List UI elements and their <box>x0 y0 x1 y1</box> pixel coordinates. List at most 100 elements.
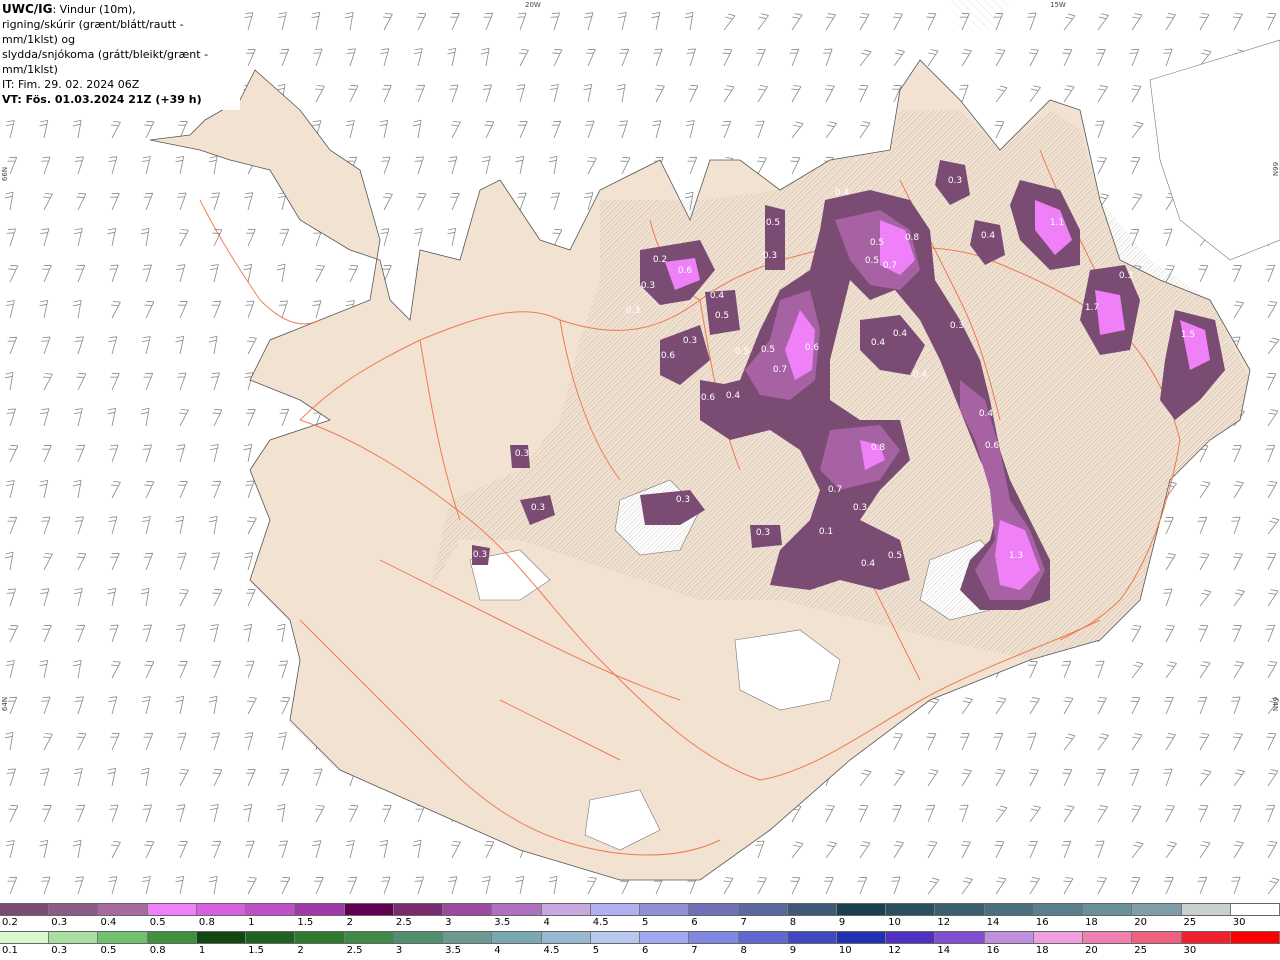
precip-value: 0.5 <box>870 238 884 248</box>
legend-swatch <box>1132 932 1182 943</box>
legend-swatch <box>886 904 936 915</box>
legend-swatch <box>344 904 394 915</box>
precip-value: 0.3 <box>683 336 697 346</box>
precip-value: 0.5 <box>766 218 780 228</box>
legend-swatch <box>0 932 50 943</box>
legend-swatch <box>49 932 99 943</box>
legend-label: 18 <box>1035 945 1049 956</box>
legend-snow-labels: 0.2 0.3 0.4 0.5 0.8 1 1.5 2 2.5 3 3.5 4 4.5 5 6 7 8 9 10 12… <box>0 917 1280 931</box>
legend-label: 4.5 <box>592 917 609 928</box>
legend-swatch <box>590 904 641 915</box>
precip-value: 0.3 <box>1119 271 1133 281</box>
info-line1: UWC/IG: Vindur (10m), <box>2 2 237 17</box>
legend-swatch <box>541 932 591 943</box>
legend-label: 2 <box>346 917 353 928</box>
legend-swatch <box>935 932 985 943</box>
legend-swatch <box>787 932 837 943</box>
precip-value: 0.3 <box>763 251 777 261</box>
product-desc: : Vindur (10m), <box>52 3 136 16</box>
legend-swatch <box>1033 932 1084 943</box>
info-line2: rigning/skúrir (grænt/blátt/rautt - mm/1… <box>2 18 184 46</box>
legend-label: 10 <box>838 945 852 956</box>
legend-label: 18 <box>1085 917 1098 928</box>
legend-label: 5 <box>642 917 649 928</box>
legend-swatch <box>1230 904 1280 915</box>
precip-value: 0.3 <box>853 503 867 513</box>
precip-value: 0.4 <box>710 291 725 301</box>
legend-swatch <box>886 932 936 943</box>
legend-label: 4 <box>543 917 550 928</box>
legend-label: 6 <box>691 917 698 928</box>
map-info-box: UWC/IG: Vindur (10m), rigning/skúrir (gr… <box>0 0 240 110</box>
legend-label: 3 <box>395 945 403 956</box>
coord-label-20w: 20W <box>525 1 541 9</box>
precip-value: 0.3 <box>626 306 640 316</box>
legend-label: 0.5 <box>100 945 117 956</box>
precip-value: 1.3 <box>1009 551 1023 561</box>
coord-label-66n-left: 66N <box>1 166 10 182</box>
legend-rain-swatches <box>0 931 1280 944</box>
legend-swatch <box>98 932 148 943</box>
precip-value: 0.7 <box>773 365 787 375</box>
legend-swatch <box>492 904 542 915</box>
legend-label: 9 <box>789 945 797 956</box>
legend-swatch <box>689 904 739 915</box>
legend-label: 1 <box>248 917 255 928</box>
legend-swatch <box>49 904 99 915</box>
precip-value: 0.5 <box>888 551 902 561</box>
legend-label: 14 <box>937 945 951 956</box>
precip-value: 0.8 <box>871 443 886 453</box>
legend-label: 1 <box>198 945 206 956</box>
legend-label: 16 <box>986 945 1000 956</box>
precip-value: 0.5 <box>735 347 749 357</box>
legend-swatch <box>246 932 296 943</box>
legend-rain: 0.1 0.3 0.5 0.8 1 1.5 2 2.5 3 3.5 4 4.5 5 6 7 8 9 10 12 14 1… <box>0 931 1280 959</box>
legend-swatch <box>295 932 345 943</box>
legend-swatch <box>689 932 739 943</box>
legend-label: 2.5 <box>346 945 363 956</box>
precip-value: 0.6 <box>701 393 716 403</box>
precip-value: 0.3 <box>948 176 962 186</box>
legend-label: 8 <box>740 945 747 956</box>
legend-label: 7 <box>740 917 747 928</box>
legend-swatch <box>640 932 690 943</box>
valid-time: VT: Fös. 01.03.2024 21Z (+39 h) <box>2 93 202 106</box>
legend-label: 0.2 <box>2 917 18 928</box>
legend-label: 10 <box>888 917 901 928</box>
legend-label: 20 <box>1085 945 1098 956</box>
legend-swatch <box>935 904 985 915</box>
legend-label: 12 <box>888 945 901 956</box>
precip-value: 0.3 <box>676 495 690 505</box>
legend-label: 1.5 <box>248 945 265 956</box>
legend-label: 25 <box>1183 917 1197 928</box>
legend-swatch <box>147 904 197 915</box>
initial-time: IT: Fim. 29. 02. 2024 06Z <box>2 78 140 91</box>
legend-label: 30 <box>1183 945 1197 956</box>
precip-value: 0.3 <box>531 503 545 513</box>
legend-label: 8 <box>789 917 797 928</box>
coord-label-64n-right: 64N <box>1271 696 1280 712</box>
legend-swatch <box>344 932 394 943</box>
legend-swatch <box>1132 904 1182 915</box>
legend-label: 3.5 <box>494 917 511 928</box>
precip-value: 0.3 <box>515 449 529 459</box>
legend-swatch <box>196 932 247 943</box>
precip-value: 0.6 <box>805 343 820 353</box>
legend-swatch <box>196 904 247 915</box>
legend-swatch <box>787 904 837 915</box>
legend-swatch <box>443 904 493 915</box>
legend-swatch <box>1083 904 1133 915</box>
legend-label: 7 <box>691 945 698 956</box>
legend-label: 3.5 <box>445 945 461 956</box>
product-code: UWC/IG <box>2 2 53 16</box>
legend-swatch <box>1033 904 1084 915</box>
legend-label: 20 <box>1134 917 1148 928</box>
legend-swatch <box>1181 904 1231 915</box>
precip-value: 0.4 <box>893 329 908 339</box>
precip-value: 1.5 <box>1181 330 1195 340</box>
map-canvas: 0.4 0.3 1.1 0.5 0.5 0.8 0.5 0.7 0.4 0.3 0.2 0.6 0.3 0… <box>0 0 1280 902</box>
weather-map[interactable]: 0.4 0.3 1.1 0.5 0.5 0.8 0.5 0.7 0.4 0.3 0.2 0.6 0.3 0… <box>0 0 1280 902</box>
legend-swatch <box>492 932 542 943</box>
legend-swatch <box>1083 932 1133 943</box>
legend-swatch <box>443 932 493 943</box>
